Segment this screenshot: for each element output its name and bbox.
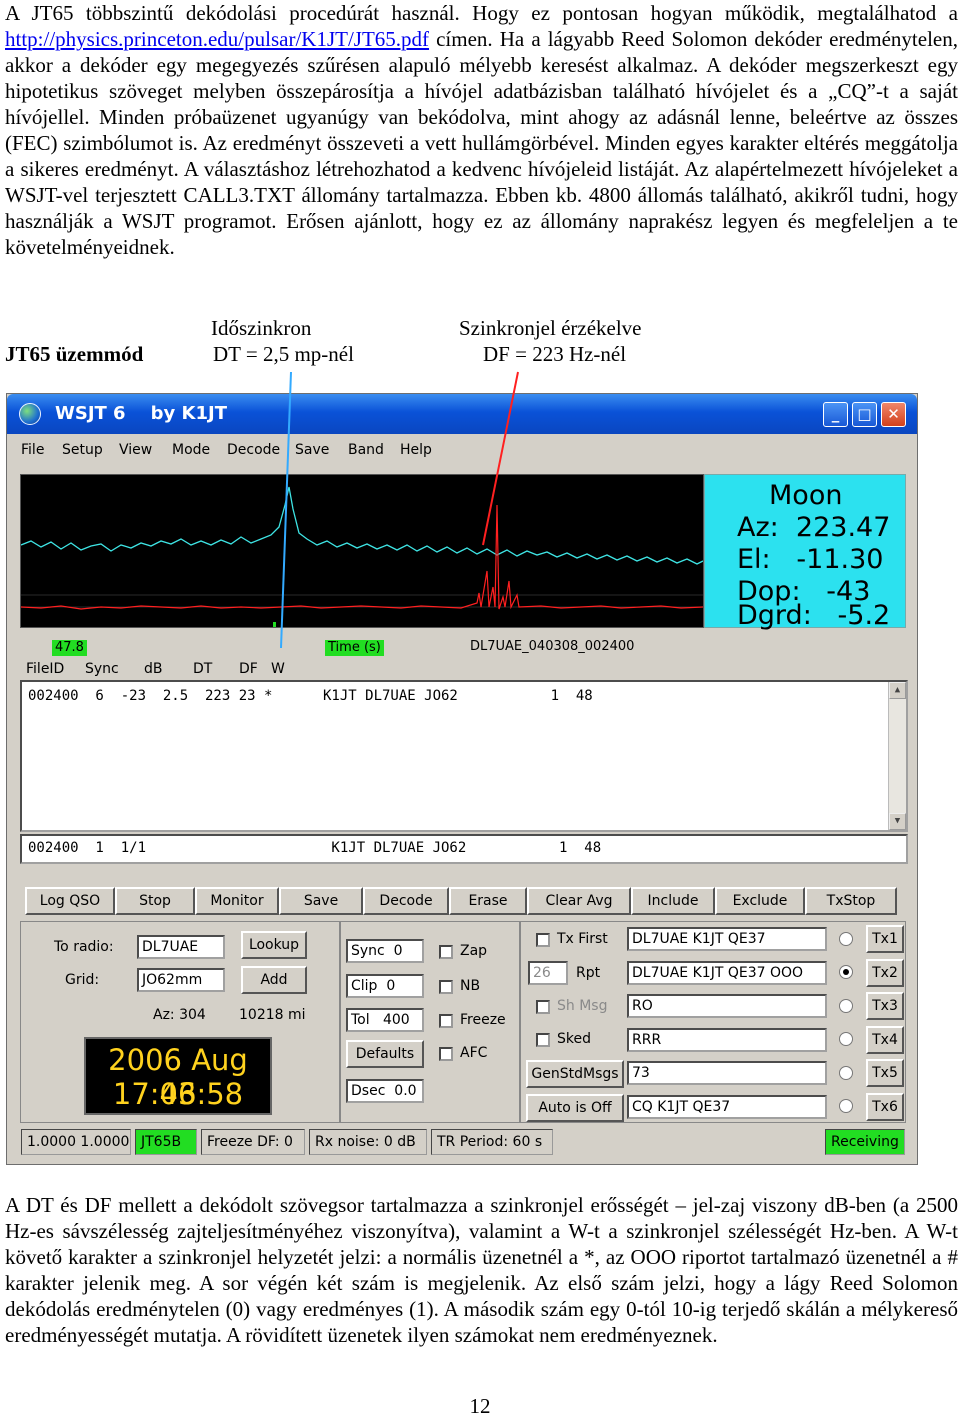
- dt-pointer-line: [280, 371, 292, 649]
- explanation-paragraph: A DT és DF mellett a dekódolt szövegsor …: [5, 1193, 958, 1347]
- page-number: 12: [469, 1394, 491, 1418]
- df-pointer-line: [482, 371, 519, 546]
